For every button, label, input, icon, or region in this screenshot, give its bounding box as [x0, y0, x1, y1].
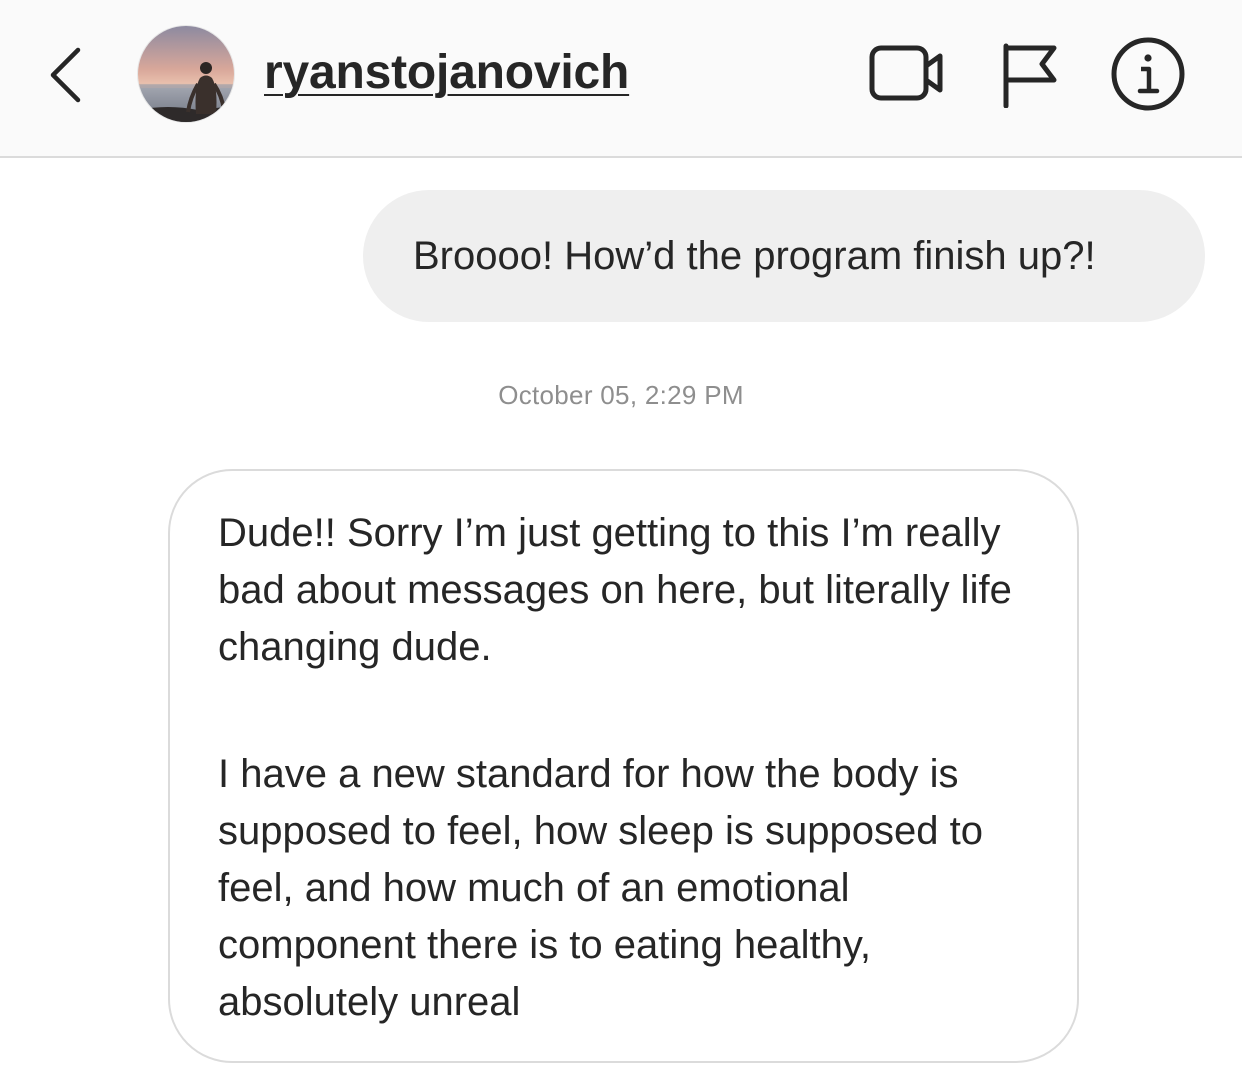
message-timestamp: October 05, 2:29 PM: [498, 380, 744, 410]
chat-header: ryanstojanovich: [0, 0, 1242, 158]
flag-icon: [1003, 43, 1057, 109]
chevron-left-icon: [50, 47, 81, 103]
incoming-message-bubble[interactable]: Dude!! Sorry I’m just getting to this I’…: [168, 469, 1079, 1063]
video-call-button[interactable]: [868, 42, 946, 104]
back-button[interactable]: [40, 40, 90, 110]
incoming-message-paragraph-2: I have a new standard for how the body i…: [218, 752, 983, 1024]
avatar-photo: [138, 26, 234, 122]
incoming-message-paragraph-1: Dude!! Sorry I’m just getting to this I’…: [218, 511, 1012, 669]
info-icon: [1111, 37, 1185, 111]
outgoing-message-bubble[interactable]: Broooo! How’d the program finish up?!: [363, 190, 1205, 322]
report-button[interactable]: [1000, 42, 1060, 109]
chat-username[interactable]: ryanstojanovich: [264, 45, 629, 100]
avatar[interactable]: [138, 26, 234, 122]
details-button[interactable]: [1110, 36, 1186, 112]
outgoing-message-text: Broooo! How’d the program finish up?!: [413, 233, 1096, 278]
video-camera-icon: [869, 45, 943, 101]
